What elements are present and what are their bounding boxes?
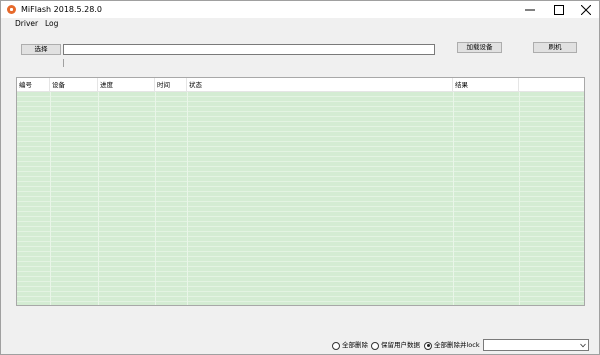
menu-log[interactable]: Log bbox=[45, 19, 58, 28]
flash-button[interactable]: 刷机 bbox=[533, 42, 577, 53]
device-table[interactable]: 编号 设备 进度 时间 状态 结果 bbox=[16, 77, 585, 306]
column-header-id[interactable]: 编号 bbox=[17, 78, 50, 92]
minimize-icon bbox=[525, 9, 535, 10]
column-header-device[interactable]: 设备 bbox=[50, 78, 98, 92]
column-divider bbox=[519, 92, 520, 305]
radio-clean-all-and-lock[interactable]: 全部删除并lock bbox=[424, 341, 480, 350]
divider bbox=[63, 59, 64, 67]
radio-save-user-data[interactable]: 保留用户数据 bbox=[371, 341, 420, 350]
column-header-time[interactable]: 时间 bbox=[155, 78, 187, 92]
column-header-progress[interactable]: 进度 bbox=[98, 78, 155, 92]
mode-dropdown[interactable] bbox=[483, 339, 589, 351]
maximize-icon bbox=[554, 4, 564, 15]
column-divider bbox=[155, 92, 156, 305]
miflash-app-icon bbox=[7, 5, 16, 14]
column-divider bbox=[453, 92, 454, 305]
radio-label: 全部删除 bbox=[342, 341, 368, 349]
radio-label: 全部删除并lock bbox=[434, 341, 480, 349]
load-devices-button[interactable]: 加载设备 bbox=[457, 42, 502, 53]
path-input[interactable] bbox=[63, 44, 435, 55]
column-header-extra[interactable] bbox=[519, 78, 584, 92]
column-divider bbox=[187, 92, 188, 305]
minimize-button[interactable] bbox=[517, 1, 543, 18]
close-button[interactable] bbox=[573, 1, 599, 18]
table-body bbox=[17, 92, 584, 305]
select-button[interactable]: 选择 bbox=[21, 44, 61, 55]
menu-driver[interactable]: Driver bbox=[15, 19, 38, 28]
close-icon bbox=[581, 4, 591, 15]
chevron-down-icon bbox=[580, 343, 586, 348]
column-header-result[interactable]: 结果 bbox=[453, 78, 519, 92]
miflash-window: MiFlash 2018.5.28.0 Driver Log 选择 加载设备 刷… bbox=[0, 0, 600, 355]
window-title: MiFlash 2018.5.28.0 bbox=[21, 5, 102, 14]
menu-bar: Driver Log bbox=[1, 18, 599, 29]
table-header: 编号 设备 进度 时间 状态 结果 bbox=[17, 78, 584, 92]
radio-clean-all[interactable]: 全部删除 bbox=[332, 341, 368, 350]
radio-dot bbox=[332, 341, 340, 350]
radio-label: 保留用户数据 bbox=[381, 341, 420, 349]
radio-dot-selected bbox=[424, 341, 432, 350]
column-divider bbox=[50, 92, 51, 305]
maximize-button[interactable] bbox=[546, 1, 572, 18]
title-bar: MiFlash 2018.5.28.0 bbox=[1, 1, 599, 18]
column-header-status[interactable]: 状态 bbox=[187, 78, 453, 92]
column-divider bbox=[98, 92, 99, 305]
radio-dot bbox=[371, 341, 379, 350]
